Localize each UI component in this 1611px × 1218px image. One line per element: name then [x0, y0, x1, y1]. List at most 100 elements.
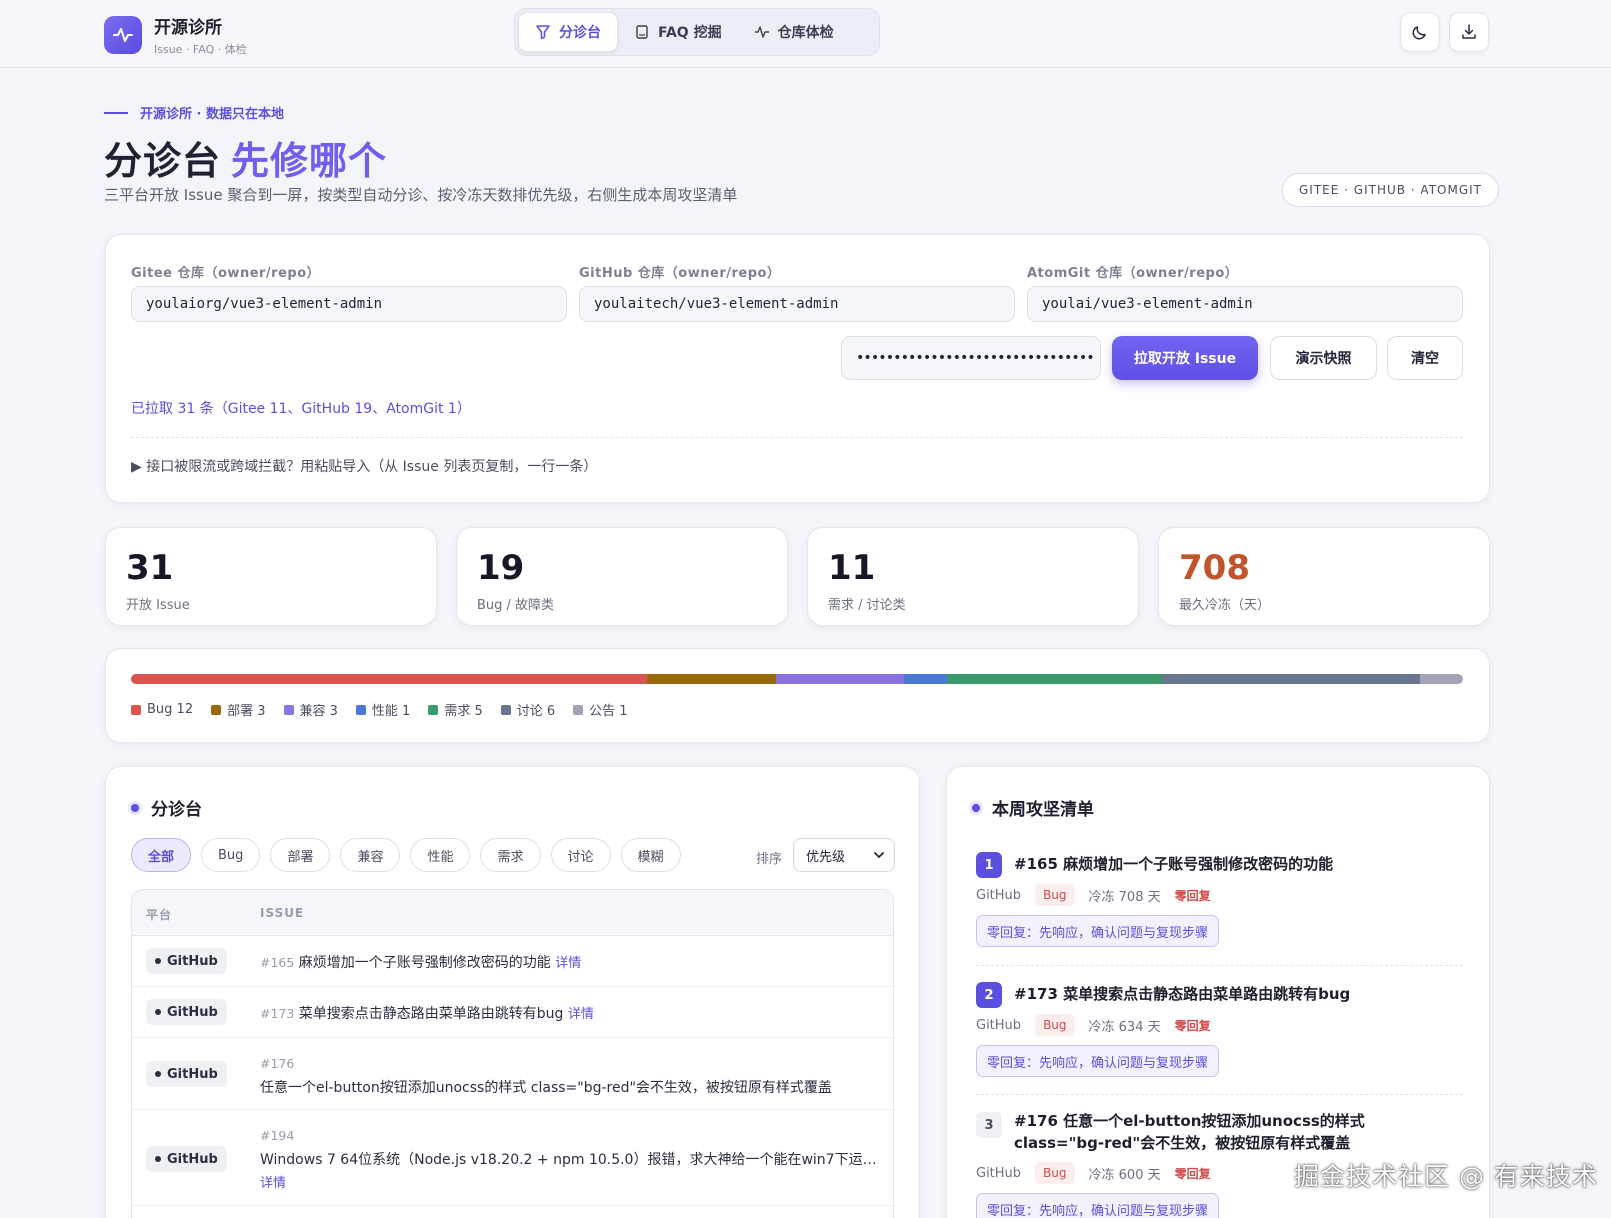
- page-title-main: 分诊台: [104, 139, 222, 183]
- stat-value: 11: [828, 548, 876, 588]
- export-button[interactable]: [1449, 12, 1489, 52]
- page-title-accent: 先修哪个: [231, 139, 388, 183]
- issue-table: 平台 ISSUE GitHub #165 麻烦增加一个子账号强制修改密码的功能 …: [131, 889, 894, 1218]
- clear-button[interactable]: 清空: [1387, 336, 1463, 380]
- filter-chip[interactable]: 兼容: [340, 838, 401, 872]
- detail-link[interactable]: 详情: [568, 1007, 594, 1022]
- github-label: GitHub 仓库（owner/repo）: [579, 266, 781, 281]
- page-lead: 三平台开放 Issue 聚合到一屏，按类型自动分诊、按冷冻天数排优先级，右侧生成…: [104, 186, 738, 204]
- plan-item-meta: GitHub Bug 冷冻 634 天 零回复: [976, 1014, 1211, 1036]
- filter-chip[interactable]: Bug: [201, 838, 261, 872]
- demo-snapshot-button[interactable]: 演示快照: [1270, 336, 1377, 380]
- table-row[interactable]: GitHub #176 任意一个el-button按钮添加unocss的样式 cl…: [132, 1038, 893, 1110]
- sort-select[interactable]: 优先级: [793, 838, 895, 872]
- advice-chip[interactable]: 零回复：先响应，确认问题与复现步骤: [976, 915, 1220, 947]
- token-input[interactable]: ••••••••••••••••••••••••••••••••: [841, 336, 1101, 380]
- table-row[interactable]: GitHub #165 麻烦增加一个子账号强制修改密码的功能 详情: [132, 936, 893, 987]
- plan-item-meta: GitHub Bug 冷冻 600 天 零回复: [976, 1162, 1211, 1184]
- issue-number: #165: [260, 955, 295, 970]
- col-issue: ISSUE: [260, 906, 305, 920]
- filter-chip[interactable]: 需求: [480, 838, 541, 872]
- tab-health[interactable]: 仓库体检: [738, 12, 850, 52]
- distribution-segment: [904, 674, 948, 684]
- legend-swatch: [355, 704, 366, 715]
- fetch-status: 已拉取 31 条（Gitee 11、GitHub 19、AtomGit 1）: [131, 401, 471, 417]
- col-platform: 平台: [146, 908, 173, 922]
- issue-number: #194: [260, 1128, 295, 1143]
- tab-triage-label: 分诊台: [559, 25, 601, 41]
- stat-label: 开放 Issue: [126, 598, 190, 613]
- category-filters: 全部 Bug 部署 兼容 性能 需求 讨论 模糊: [131, 838, 691, 872]
- category-tag: Bug: [1035, 884, 1075, 906]
- legend-item: 部署 3: [211, 700, 266, 719]
- advice-chip[interactable]: 零回复：先响应，确认问题与复现步骤: [976, 1193, 1220, 1218]
- issue-cell: #176 任意一个el-button按钮添加unocss的样式 class="bg…: [260, 1052, 880, 1100]
- legend-swatch: [131, 704, 141, 715]
- distribution-segment: [1162, 674, 1421, 684]
- stat-label: Bug / 故障类: [477, 598, 555, 613]
- top-bar: 开源诊所 Issue · FAQ · 体检 分诊台 FAQ 挖掘 仓库体检: [0, 0, 1611, 68]
- stat-value: 708: [1179, 548, 1250, 588]
- paste-import-toggle[interactable]: ▶ 接口被限流或跨域拦截？用粘贴导入（从 Issue 列表页复制，一行一条）: [131, 456, 597, 476]
- distribution-card: [105, 648, 1490, 743]
- filter-icon: [536, 25, 550, 40]
- issue-title: Windows 7 64位系统（Node.js v18.20.2 + npm 1…: [260, 1152, 877, 1168]
- distribution-segment: [131, 674, 647, 684]
- moon-icon: [1412, 26, 1426, 40]
- legend-item: 兼容 3: [283, 700, 338, 719]
- detail-link[interactable]: 详情: [260, 1172, 880, 1196]
- legend-item: 需求 5: [428, 700, 483, 719]
- gitee-repo-input[interactable]: youlaiorg/vue3-element-admin: [131, 286, 567, 322]
- tab-faq[interactable]: FAQ 挖掘: [618, 12, 738, 52]
- distribution-legend: Bug 12 部署 3 兼容 3 性能 1 需求 5 讨论 6 公告 1: [131, 700, 646, 719]
- pulse-icon: [104, 16, 142, 54]
- download-icon: [1462, 24, 1476, 39]
- filter-chip[interactable]: 部署: [270, 838, 331, 872]
- legend-swatch: [428, 704, 439, 715]
- legend-label: 公告 1: [589, 704, 628, 719]
- plan-item-meta: GitHub Bug 冷冻 708 天 零回复: [976, 884, 1211, 906]
- stat-label: 最久冷冻（天）: [1179, 598, 1271, 613]
- plan-item-title: #165 麻烦增加一个子账号强制修改密码的功能: [1014, 855, 1334, 873]
- frozen-days: 冷冻 634 天: [1088, 1019, 1161, 1035]
- triage-title: 分诊台: [131, 795, 202, 820]
- plan-platform: GitHub: [976, 887, 1022, 903]
- fetch-issues-button[interactable]: 拉取开放 Issue: [1112, 336, 1258, 380]
- platform-badge: GitHub: [146, 1146, 227, 1172]
- table-row[interactable]: GitHub #173 菜单搜索点击静态路由菜单路由跳转有bug 详情: [132, 987, 893, 1038]
- stat-value: 31: [126, 548, 174, 588]
- zero-reply-badge: 零回复: [1174, 1166, 1211, 1181]
- filter-chip[interactable]: 讨论: [550, 838, 611, 872]
- filter-chip[interactable]: 全部: [131, 838, 192, 872]
- detail-link[interactable]: 详情: [555, 956, 581, 971]
- rank-badge: 3: [976, 1112, 1002, 1138]
- rank-badge: 1: [976, 852, 1002, 878]
- issue-cell: #194 Windows 7 64位系统（Node.js v18.20.2 + n…: [260, 1124, 880, 1196]
- issue-cell: #165 麻烦增加一个子账号强制修改密码的功能 详情: [260, 952, 880, 972]
- brand[interactable]: 开源诊所 Issue · FAQ · 体检: [104, 13, 247, 57]
- table-row[interactable]: GitHub #194 Windows 7 64位系统（Node.js v18.2…: [132, 1110, 893, 1206]
- filter-chip[interactable]: 模糊: [620, 838, 681, 872]
- filter-chip[interactable]: 性能: [410, 838, 471, 872]
- stat-card: 31 开放 Issue: [105, 527, 437, 626]
- gitee-label: Gitee 仓库（owner/repo）: [131, 266, 321, 281]
- plan-platform: GitHub: [976, 1165, 1022, 1181]
- legend-swatch: [500, 704, 511, 715]
- plan-platform: GitHub: [976, 1017, 1022, 1033]
- chevron-down-icon: [874, 852, 884, 859]
- legend-label: 需求 5: [444, 704, 483, 719]
- legend-item: 公告 1: [573, 700, 628, 719]
- github-repo-input[interactable]: youlaitech/vue3-element-admin: [579, 286, 1015, 322]
- legend-item: 讨论 6: [500, 700, 555, 719]
- advice-chip[interactable]: 零回复：先响应，确认问题与复现步骤: [976, 1045, 1220, 1077]
- platform-badge: GitHub: [146, 1061, 227, 1087]
- theme-toggle-button[interactable]: [1400, 12, 1440, 52]
- issue-title: 菜单搜索点击静态路由菜单路由跳转有bug: [298, 1006, 564, 1022]
- zero-reply-badge: 零回复: [1174, 1018, 1211, 1033]
- eyebrow-text: 开源诊所 · 数据只在本地: [140, 107, 284, 122]
- legend-label: 部署 3: [227, 704, 266, 719]
- issue-number: #173: [260, 1006, 295, 1021]
- brand-title: 开源诊所: [154, 18, 222, 38]
- atomgit-repo-input[interactable]: youlai/vue3-element-admin: [1027, 286, 1463, 322]
- tab-triage[interactable]: 分诊台: [518, 12, 618, 52]
